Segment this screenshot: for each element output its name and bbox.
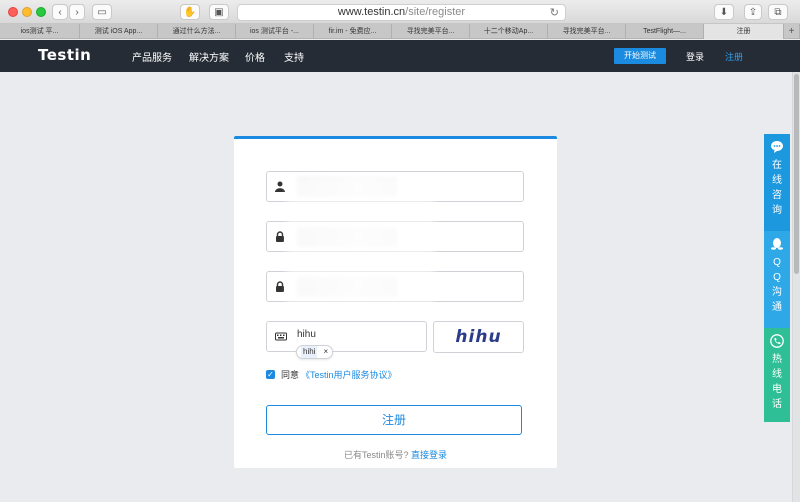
back-button[interactable]: ‹ bbox=[52, 4, 68, 20]
browser-tab[interactable]: 测试 iOS App... bbox=[80, 24, 158, 39]
browser-tab[interactable]: 寻找完美平台... bbox=[392, 24, 470, 39]
tabs-icon: ⧉ bbox=[774, 6, 782, 18]
close-window-button[interactable] bbox=[8, 7, 18, 17]
hotline-button[interactable]: 热 线 电 话 bbox=[764, 328, 790, 422]
browser-tab[interactable]: TestFlight—... bbox=[626, 24, 704, 39]
downloads-button[interactable]: ⬇ bbox=[714, 4, 734, 20]
online-consult-button[interactable]: 在 线 咨 询 bbox=[764, 134, 790, 231]
tab-bar: ios测试 平... 测试 iOS App... 通过什么方法... ios 测试平台… bbox=[0, 24, 800, 39]
captcha-image-text: hihu bbox=[455, 327, 502, 347]
chevron-right-icon: › bbox=[75, 6, 79, 18]
hand-icon: ✋ bbox=[183, 6, 197, 18]
tab-overview-button[interactable]: ⧉ bbox=[768, 4, 788, 20]
page-scrollbar[interactable] bbox=[792, 72, 800, 502]
reload-icon[interactable]: ↻ bbox=[550, 6, 559, 21]
online-consult-label: 在 线 咨 询 bbox=[772, 160, 782, 216]
browser-tab[interactable]: ios测试 平... bbox=[0, 24, 80, 39]
reader-icon: ▣ bbox=[214, 6, 224, 18]
register-submit-button[interactable]: 注册 bbox=[266, 405, 522, 435]
close-icon[interactable]: × bbox=[323, 346, 328, 358]
share-icon: ⇪ bbox=[748, 6, 758, 18]
reader-button[interactable]: ▣ bbox=[209, 4, 229, 20]
login-link[interactable]: 登录 bbox=[686, 50, 704, 63]
direct-login-link[interactable]: 直接登录 bbox=[411, 450, 447, 460]
url-host: www.testin.cn bbox=[337, 6, 406, 18]
agree-checkbox[interactable]: ✓ bbox=[266, 370, 275, 379]
captcha-field[interactable] bbox=[266, 321, 427, 352]
download-icon: ⬇ bbox=[719, 6, 729, 18]
testin-logo[interactable]: Testin bbox=[38, 46, 91, 64]
sidebar-toggle-button[interactable]: ▭ bbox=[92, 4, 112, 20]
share-button[interactable]: ⇪ bbox=[744, 4, 762, 20]
zoom-window-button[interactable] bbox=[36, 7, 46, 17]
user-icon bbox=[275, 181, 285, 192]
browser-tab[interactable]: 通过什么方法... bbox=[158, 24, 236, 39]
new-tab-button[interactable]: + bbox=[784, 24, 800, 39]
keyboard-icon bbox=[275, 332, 287, 341]
browser-tab[interactable]: 寻找完美平台... bbox=[548, 24, 626, 39]
address-bar[interactable]: www.testin.cn/site/register ↻ bbox=[237, 4, 566, 21]
autocorrect-suggestion[interactable]: hihi × bbox=[296, 345, 334, 359]
extension-button[interactable]: ✋ bbox=[180, 4, 200, 20]
nav-support[interactable]: 支持 bbox=[284, 49, 304, 64]
have-account-text: 已有Testin账号? bbox=[343, 450, 409, 460]
lock-icon bbox=[276, 231, 284, 242]
browser-tab[interactable]: 十二个移动Ap... bbox=[470, 24, 548, 39]
agree-label: 同意 bbox=[281, 370, 300, 380]
agreement-row: ✓ 同意 《Testin用户服务协议》 bbox=[266, 368, 397, 381]
phone-icon bbox=[770, 334, 784, 348]
lock-icon bbox=[276, 281, 284, 292]
url-path: /site/register bbox=[405, 6, 466, 18]
qq-penguin-icon bbox=[771, 238, 783, 250]
forward-button[interactable]: › bbox=[69, 4, 85, 20]
site-navbar: Testin 产品服务 解决方案 价格 支持 bbox=[0, 40, 800, 72]
scrollbar-thumb[interactable] bbox=[794, 74, 799, 274]
nav-pricing[interactable]: 价格 bbox=[245, 49, 265, 64]
browser-tab[interactable]: fir.im - 免费应... bbox=[314, 24, 392, 39]
qq-contact-button[interactable]: Q Q 沟 通 bbox=[764, 231, 790, 328]
sidebar-icon: ▭ bbox=[97, 6, 107, 18]
browser-tab[interactable]: ios 测试平台 -... bbox=[236, 24, 314, 39]
have-account-row: 已有Testin账号? 直接登录 bbox=[234, 448, 557, 461]
register-link[interactable]: 注册 bbox=[725, 50, 743, 63]
minimize-window-button[interactable] bbox=[22, 7, 32, 17]
start-testing-button[interactable]: 开始测试 bbox=[614, 48, 666, 64]
chat-bubble-icon bbox=[771, 141, 783, 153]
captcha-image[interactable]: hihu bbox=[433, 321, 524, 353]
nav-solutions[interactable]: 解决方案 bbox=[189, 49, 229, 64]
privacy-blur-overlay bbox=[287, 178, 434, 304]
terms-link[interactable]: 《Testin用户服务协议》 bbox=[301, 368, 397, 381]
qq-contact-label: Q Q 沟 通 bbox=[772, 257, 782, 313]
hotline-label: 热 线 电 话 bbox=[772, 354, 782, 410]
suggestion-text[interactable]: hihi bbox=[301, 346, 318, 358]
nav-products[interactable]: 产品服务 bbox=[132, 49, 172, 64]
browser-tab[interactable]: 注册 bbox=[704, 24, 784, 39]
browser-toolbar: ‹ › ▭ ✋ ▣ www.testin.cn/site/register ↻ … bbox=[0, 0, 800, 24]
captcha-input[interactable] bbox=[297, 329, 417, 340]
chevron-left-icon: ‹ bbox=[58, 6, 62, 18]
